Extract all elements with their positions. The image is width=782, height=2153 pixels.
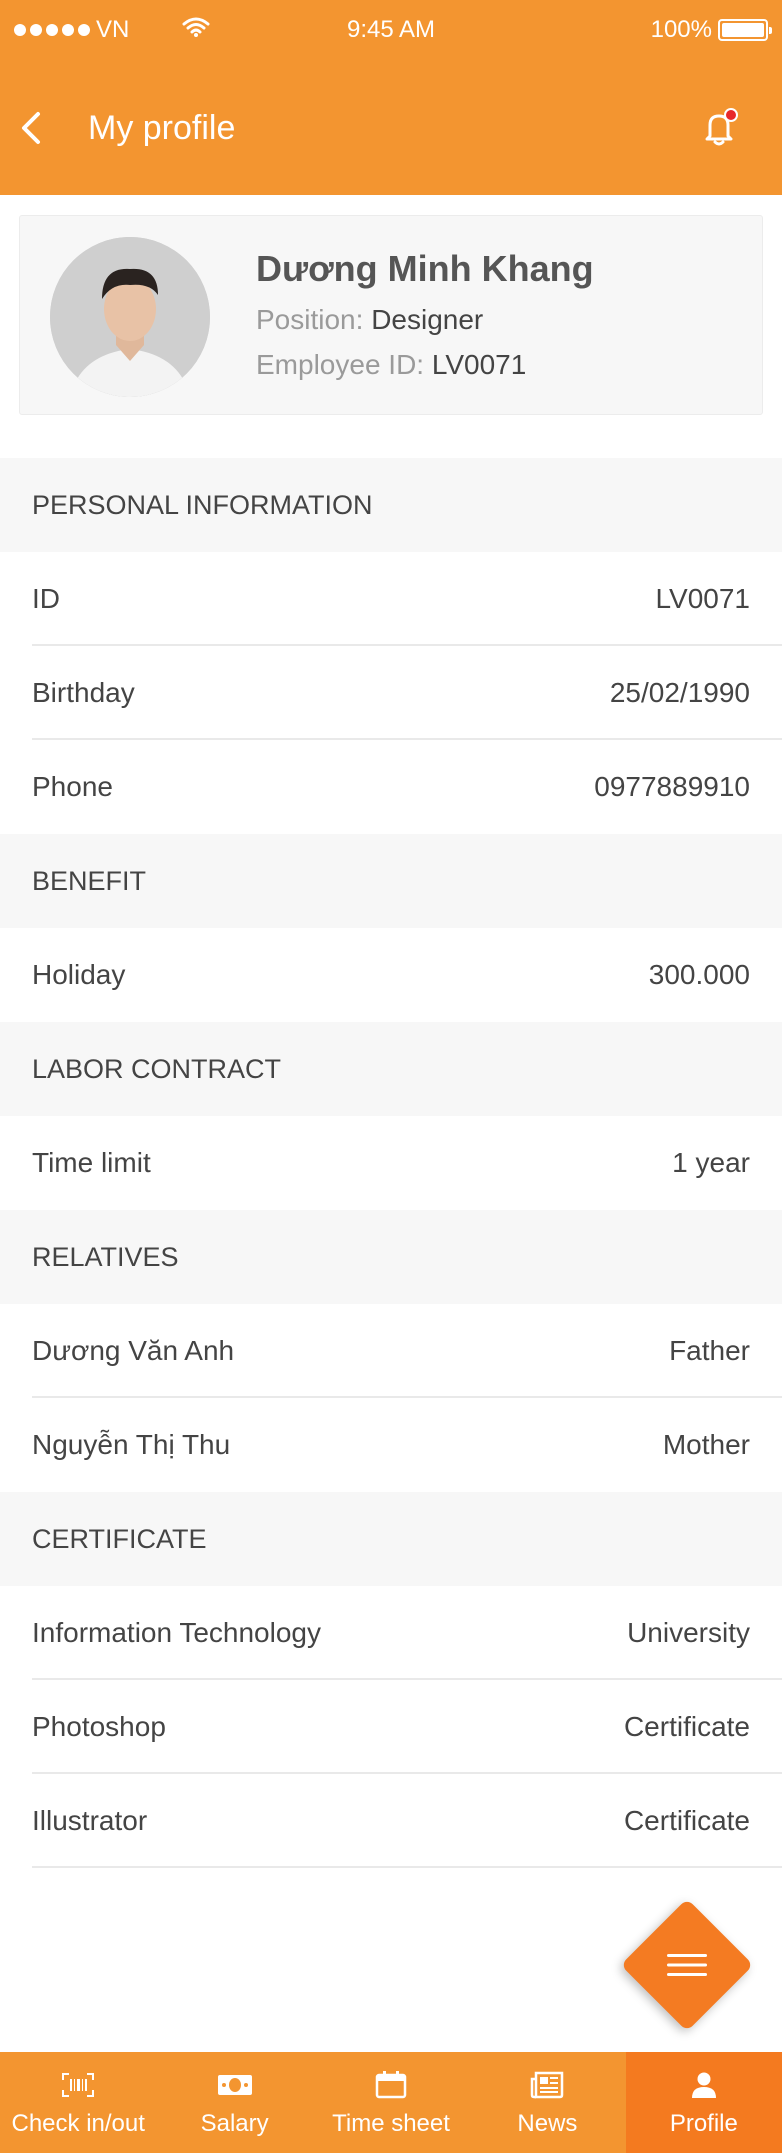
back-button[interactable] — [14, 108, 54, 148]
user-icon — [690, 2068, 718, 2102]
row-value: LV0071 — [655, 583, 750, 614]
row-value: Certificate — [623, 1805, 750, 1836]
calendar-icon — [375, 2068, 407, 2102]
row-label: ID — [32, 583, 60, 614]
row-value: Certificate — [623, 1711, 750, 1742]
tab-time-sheet[interactable]: Time sheet — [313, 2052, 469, 2153]
profile-name: Dương Minh Khang — [256, 248, 594, 289]
page-title: My profile — [88, 109, 236, 147]
certificate-row[interactable]: Photoshop Certificate — [0, 1680, 782, 1774]
tab-label: Salary — [200, 2110, 269, 2137]
row-label: Dương Văn Anh — [32, 1335, 235, 1366]
info-row-id: ID LV0071 — [0, 552, 782, 646]
section-header-benefit: BENEFIT — [0, 834, 782, 928]
tab-label: Time sheet — [332, 2110, 450, 2137]
row-value: 0977889910 — [594, 771, 750, 802]
row-value: University — [627, 1617, 750, 1648]
tab-salary[interactable]: Salary — [156, 2052, 312, 2153]
row-value: Mother — [662, 1429, 750, 1460]
position-value: Designer — [371, 304, 484, 335]
profile-employee-id: Employee ID: LV0071 — [256, 349, 526, 381]
tab-label: Check in/out — [11, 2110, 145, 2137]
section-header-labor-contract: LABOR CONTRACT — [0, 1022, 782, 1116]
menu-fab-button[interactable] — [620, 1898, 754, 2032]
employee-id-value: LV0071 — [431, 349, 527, 380]
bottom-tab-bar: Check in/out Salary Time sheet News Prof… — [0, 2052, 782, 2153]
status-bar: VN 9:45 AM 100% — [0, 16, 782, 46]
relative-row[interactable]: Nguyễn Thị Thu Mother — [0, 1398, 782, 1492]
relative-row[interactable]: Dương Văn Anh Father — [0, 1304, 782, 1398]
profile-position: Position: Designer — [256, 304, 483, 336]
row-label: Photoshop — [32, 1711, 166, 1742]
row-label: Illustrator — [32, 1805, 148, 1836]
row-value: 1 year — [672, 1147, 750, 1178]
tab-news[interactable]: News — [469, 2052, 625, 2153]
battery-icon — [718, 19, 772, 41]
row-value: 25/02/1990 — [609, 677, 750, 708]
money-icon — [217, 2068, 253, 2102]
section-header-certificate: CERTIFICATE — [0, 1492, 782, 1586]
info-row-phone[interactable]: Phone 0977889910 — [0, 740, 782, 834]
tab-label: News — [517, 2110, 578, 2137]
avatar — [50, 237, 210, 397]
row-label: Information Technology — [32, 1617, 321, 1648]
position-label: Position: — [256, 304, 364, 335]
battery-status: 100% — [650, 16, 772, 44]
employee-id-label: Employee ID: — [256, 349, 425, 380]
battery-percent: 100% — [650, 16, 712, 43]
chevron-left-icon — [22, 112, 40, 144]
tab-check-in-out[interactable]: Check in/out — [0, 2052, 156, 2153]
certificate-row[interactable]: Information Technology University — [0, 1586, 782, 1680]
row-label: Phone — [32, 771, 113, 802]
hamburger-menu-icon — [667, 1954, 707, 1976]
row-value: Father — [669, 1335, 750, 1366]
certificate-row[interactable]: Illustrator Certificate — [0, 1774, 782, 1868]
row-label: Time limit — [32, 1147, 151, 1178]
row-label: Nguyễn Thị Thu — [32, 1429, 231, 1460]
section-header-personal-information: PERSONAL INFORMATION — [0, 458, 782, 552]
profile-info-list: PERSONAL INFORMATION ID LV0071 Birthday … — [0, 458, 782, 1868]
info-row-birthday: Birthday 25/02/1990 — [0, 646, 782, 740]
app-header: VN 9:45 AM 100% My profile — [0, 0, 782, 195]
info-row-time-limit: Time limit 1 year — [0, 1116, 782, 1210]
section-header-relatives: RELATIVES — [0, 1210, 782, 1304]
notifications-button[interactable] — [696, 104, 742, 150]
info-row-holiday: Holiday 300.000 — [0, 928, 782, 1022]
row-label: Holiday — [32, 959, 126, 990]
newspaper-icon — [530, 2068, 564, 2102]
row-value: 300.000 — [648, 959, 750, 990]
tab-label: Profile — [669, 2110, 738, 2137]
row-label: Birthday — [32, 677, 135, 708]
profile-card: Dương Minh Khang Position: Designer Empl… — [19, 215, 763, 415]
tab-profile[interactable]: Profile — [625, 2052, 782, 2153]
barcode-icon — [61, 2068, 95, 2102]
notification-badge — [724, 108, 738, 122]
